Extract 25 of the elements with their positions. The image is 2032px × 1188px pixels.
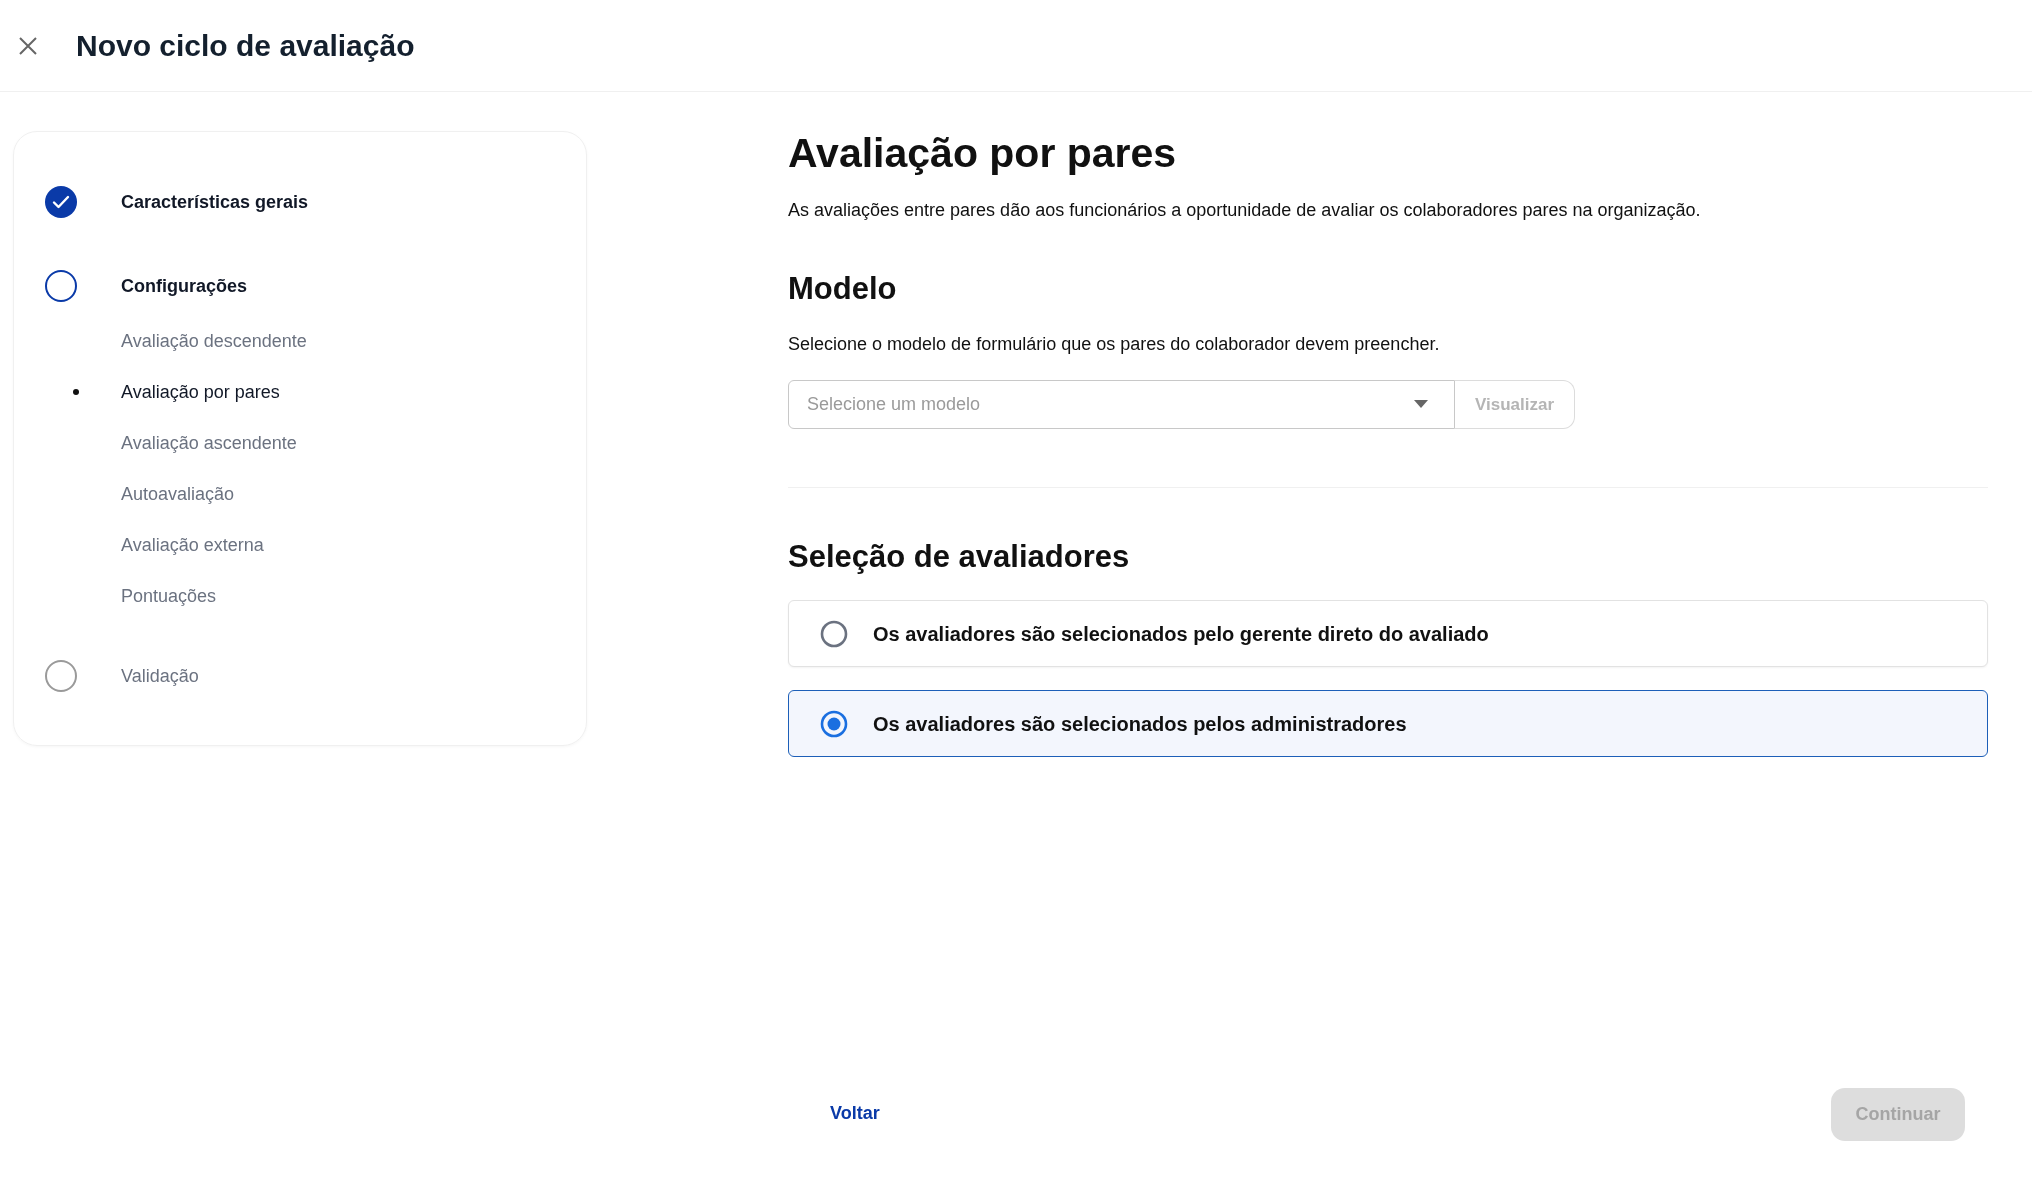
step-label[interactable]: Validação [121, 662, 199, 690]
step-label[interactable]: Características gerais [121, 188, 309, 216]
page-heading: Avaliação por pares [788, 129, 1178, 178]
caret-icon [1414, 400, 1428, 409]
substep-link[interactable]: Avaliação ascendente [121, 429, 297, 457]
circle-icon [45, 660, 77, 692]
substep-link[interactable]: Avaliação externa [121, 531, 264, 559]
section-heading: Seleção de avaliadores [788, 537, 1131, 576]
step-label[interactable]: Configurações [121, 272, 248, 300]
model-select[interactable]: Selecione um modelo [788, 379, 1455, 429]
substep-link[interactable]: Avaliação por pares [121, 378, 280, 406]
radio-icon [820, 709, 848, 738]
section-heading: Modelo [788, 270, 898, 309]
radio-option[interactable]: Os avaliadores são selecionados pelos administradores [788, 690, 1988, 758]
back-link[interactable]: Voltar [830, 1100, 880, 1127]
check-circle-icon [45, 186, 77, 218]
radio-icon [820, 619, 848, 648]
page-description: As avaliações entre pares dão aos funcionários a oportunidade de avaliar os colaboradores pares na organização. [788, 199, 1702, 223]
circle-icon [45, 270, 77, 302]
substep-link[interactable]: Avaliação descendente [121, 327, 307, 355]
radio-option[interactable]: Os avaliadores são selecionados pelo gerente direto do avaliado [788, 600, 1988, 668]
substep-link[interactable]: Autoavaliação [121, 480, 235, 508]
window-title: Novo ciclo de avaliação [76, 28, 415, 64]
section-description: Selecione o modelo de formulário que os pares do colaborador devem preencher. [788, 332, 1441, 356]
substep-link[interactable]: Pontuações [121, 582, 217, 610]
